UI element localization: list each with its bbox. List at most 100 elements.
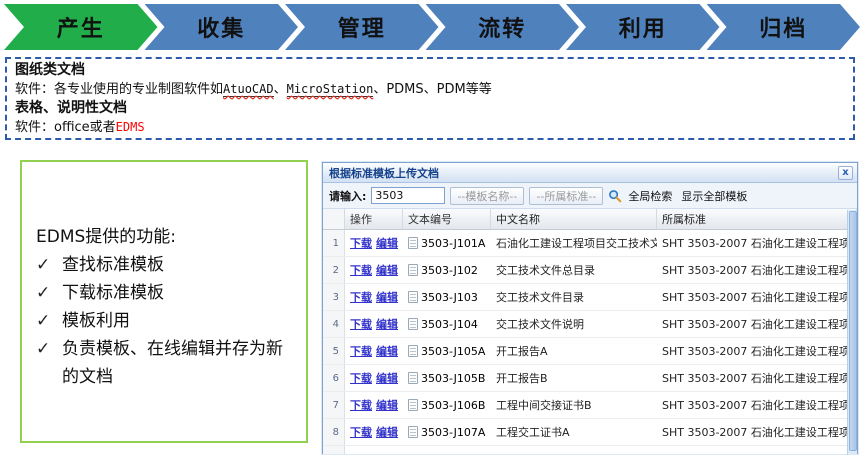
- row-standard: SHT 3503-2007 石油化工建设工程项目交工...: [657, 311, 857, 337]
- row-code-cell: 3503-J101A: [403, 230, 491, 256]
- row-number: 8: [323, 419, 345, 445]
- download-link[interactable]: 下载: [350, 235, 372, 251]
- edit-link[interactable]: 编辑: [376, 235, 398, 251]
- close-icon[interactable]: x: [838, 166, 853, 180]
- dialog-titlebar: 根据标准模板上传文档 x: [323, 163, 857, 183]
- download-link[interactable]: 下载: [350, 262, 372, 278]
- row-number: 1: [323, 230, 345, 256]
- word-atuocad: AtuoCAD: [223, 82, 274, 97]
- edms-feature-item-1: ✓查找标准模板: [36, 251, 296, 279]
- dialog-title: 根据标准模板上传文档: [329, 165, 838, 181]
- header-4: 所属标准: [657, 209, 857, 229]
- scrollbar-thumb[interactable]: [849, 211, 857, 451]
- download-link[interactable]: 下载: [350, 316, 372, 332]
- row-code-cell: 3503-J105A: [403, 338, 491, 364]
- table-row[interactable]: 6下载编辑3503-J105B开工报告BSHT 3503-2007 石油化工建设…: [323, 365, 857, 392]
- row-actions: 下载编辑: [345, 284, 403, 310]
- download-link[interactable]: 下载: [350, 424, 372, 440]
- edms-features-title: EDMS提供的功能:: [36, 222, 296, 247]
- info-line-table-docs: 表格、说明性文档: [15, 99, 845, 118]
- edit-link[interactable]: 编辑: [376, 343, 398, 359]
- row-code: 3503-J101A: [421, 237, 485, 250]
- row-actions: 下载编辑: [345, 338, 403, 364]
- edit-link[interactable]: 编辑: [376, 316, 398, 332]
- row-code-cell: 3503-J106B: [403, 392, 491, 418]
- row-name: 交工技术文件说明: [491, 311, 657, 337]
- edms-feature-item-4: ✓负责模板、在线编辑并存为新的文档: [36, 335, 296, 391]
- row-code-cell: 3503-J105B: [403, 365, 491, 391]
- table-row[interactable]: 7下载编辑3503-J106B工程中间交接证书BSHT 3503-2007 石油…: [323, 392, 857, 419]
- row-standard: SHT 3503-2007 石油化工建设工程项目交工...: [657, 257, 857, 283]
- info-line-drawing-docs: 图纸类文档: [15, 61, 845, 80]
- search-input[interactable]: [371, 187, 445, 204]
- row-actions: 下载编辑: [345, 392, 403, 418]
- row-code: 3503-J105A: [421, 345, 485, 358]
- show-all-templates-button[interactable]: 显示全部模板: [681, 188, 747, 204]
- row-code: 3503-J102: [421, 264, 478, 277]
- edms-features-box: EDMS提供的功能: ✓查找标准模板✓下载标准模板✓模板利用✓负责模板、在线编辑…: [20, 160, 308, 443]
- table-row[interactable]: 5下载编辑3503-J105A开工报告ASHT 3503-2007 石油化工建设…: [323, 338, 857, 365]
- row-standard: SHT 3503-2007 石油化工建设工程项目交工...: [657, 338, 857, 364]
- row-code-cell: 3503-J107A: [403, 419, 491, 445]
- row-number: 2: [323, 257, 345, 283]
- row-code: 3503-J104: [421, 318, 478, 331]
- row-code-cell: 3503-J102: [403, 257, 491, 283]
- row-name: 交工技术文件目录: [491, 284, 657, 310]
- download-link[interactable]: 下载: [350, 289, 372, 305]
- row-code-cell: 3503-J104: [403, 311, 491, 337]
- document-icon: [408, 237, 418, 249]
- standard-filter[interactable]: --所属标准--: [529, 187, 603, 205]
- download-link[interactable]: 下载: [350, 397, 372, 413]
- header-2: 文本编号: [403, 209, 491, 229]
- table-row-partial: [323, 446, 857, 454]
- row-number: 6: [323, 365, 345, 391]
- dialog-toolbar: 请输入: --模板名称-- --所属标准-- 全局检索 显示全部模板: [323, 183, 857, 209]
- upload-template-dialog: 根据标准模板上传文档 x 请输入: --模板名称-- --所属标准-- 全局检索…: [322, 162, 858, 454]
- edms-features-list: ✓查找标准模板✓下载标准模板✓模板利用✓负责模板、在线编辑并存为新的文档: [36, 251, 296, 391]
- edit-link[interactable]: 编辑: [376, 424, 398, 440]
- row-standard: SHT 3503-2007 石油化工建设工程项目交工...: [657, 392, 857, 418]
- header-rownum: [323, 209, 345, 229]
- flow-step-label: 收集: [197, 11, 245, 43]
- table-row[interactable]: 1下载编辑3503-J101A石油化工建设工程项目交工技术文件封面ASHT 35…: [323, 230, 857, 257]
- flow-step-label: 利用: [619, 11, 667, 43]
- flow-step-label: 归档: [759, 11, 807, 43]
- row-code: 3503-J103: [421, 291, 478, 304]
- table-row[interactable]: 2 下载编辑 3503-J102 交工技术文件总目录SHT 3503-2007 石油化…: [323, 257, 857, 284]
- download-link[interactable]: 下载: [350, 370, 372, 386]
- row-actions: 下载编辑: [345, 230, 403, 256]
- global-search-button[interactable]: 全局检索: [628, 188, 672, 204]
- row-number: 5: [323, 338, 345, 364]
- edms-feature-item-2: ✓下载标准模板: [36, 279, 296, 307]
- flow-step-3: 管理: [285, 4, 439, 50]
- row-standard: SHT 3503-2007 石油化工建设工程项目交工...: [657, 419, 857, 445]
- word-edms: EDMS: [116, 120, 145, 134]
- row-name: 开工报告B: [491, 365, 657, 391]
- flow-step-label: 产生: [57, 11, 105, 43]
- row-actions: 下载编辑: [345, 419, 403, 445]
- row-name: 开工报告A: [491, 338, 657, 364]
- edms-feature-label: 下载标准模板: [62, 279, 296, 307]
- template-name-filter[interactable]: --模板名称--: [450, 187, 524, 205]
- row-name: 工程中间交接证书B: [491, 392, 657, 418]
- vertical-scrollbar: [847, 210, 857, 455]
- info-line-drawing-software: 软件：各专业使用的专业制图软件如AtuoCAD、MicroStation、PDM…: [15, 80, 845, 99]
- row-name: 交工技术文件总目录: [491, 257, 657, 283]
- document-icon: [408, 399, 418, 411]
- row-actions: 下载编辑: [345, 365, 403, 391]
- table-row[interactable]: 3下载编辑3503-J103交工技术文件目录SHT 3503-2007 石油化工…: [323, 284, 857, 311]
- document-icon: [408, 345, 418, 357]
- row-name: 工程交工证书A: [491, 419, 657, 445]
- flow-step-2: 收集: [145, 4, 299, 50]
- edit-link[interactable]: 编辑: [376, 289, 398, 305]
- download-link[interactable]: 下载: [350, 343, 372, 359]
- row-standard: SHT 3503-2007 石油化工建设工程项目交工...: [657, 365, 857, 391]
- edit-link[interactable]: 编辑: [376, 397, 398, 413]
- search-icon: [608, 189, 622, 203]
- table-row[interactable]: 8下载编辑3503-J107A工程交工证书ASHT 3503-2007 石油化工…: [323, 419, 857, 446]
- edit-link[interactable]: 编辑: [376, 370, 398, 386]
- edms-feature-label: 查找标准模板: [62, 251, 296, 279]
- table-row[interactable]: 4下载编辑3503-J104交工技术文件说明SHT 3503-2007 石油化工…: [323, 311, 857, 338]
- edit-link[interactable]: 编辑: [376, 262, 398, 278]
- template-table: 操作文本编号中文名称所属标准 1下载编辑3503-J101A石油化工建设工程项目…: [323, 209, 857, 454]
